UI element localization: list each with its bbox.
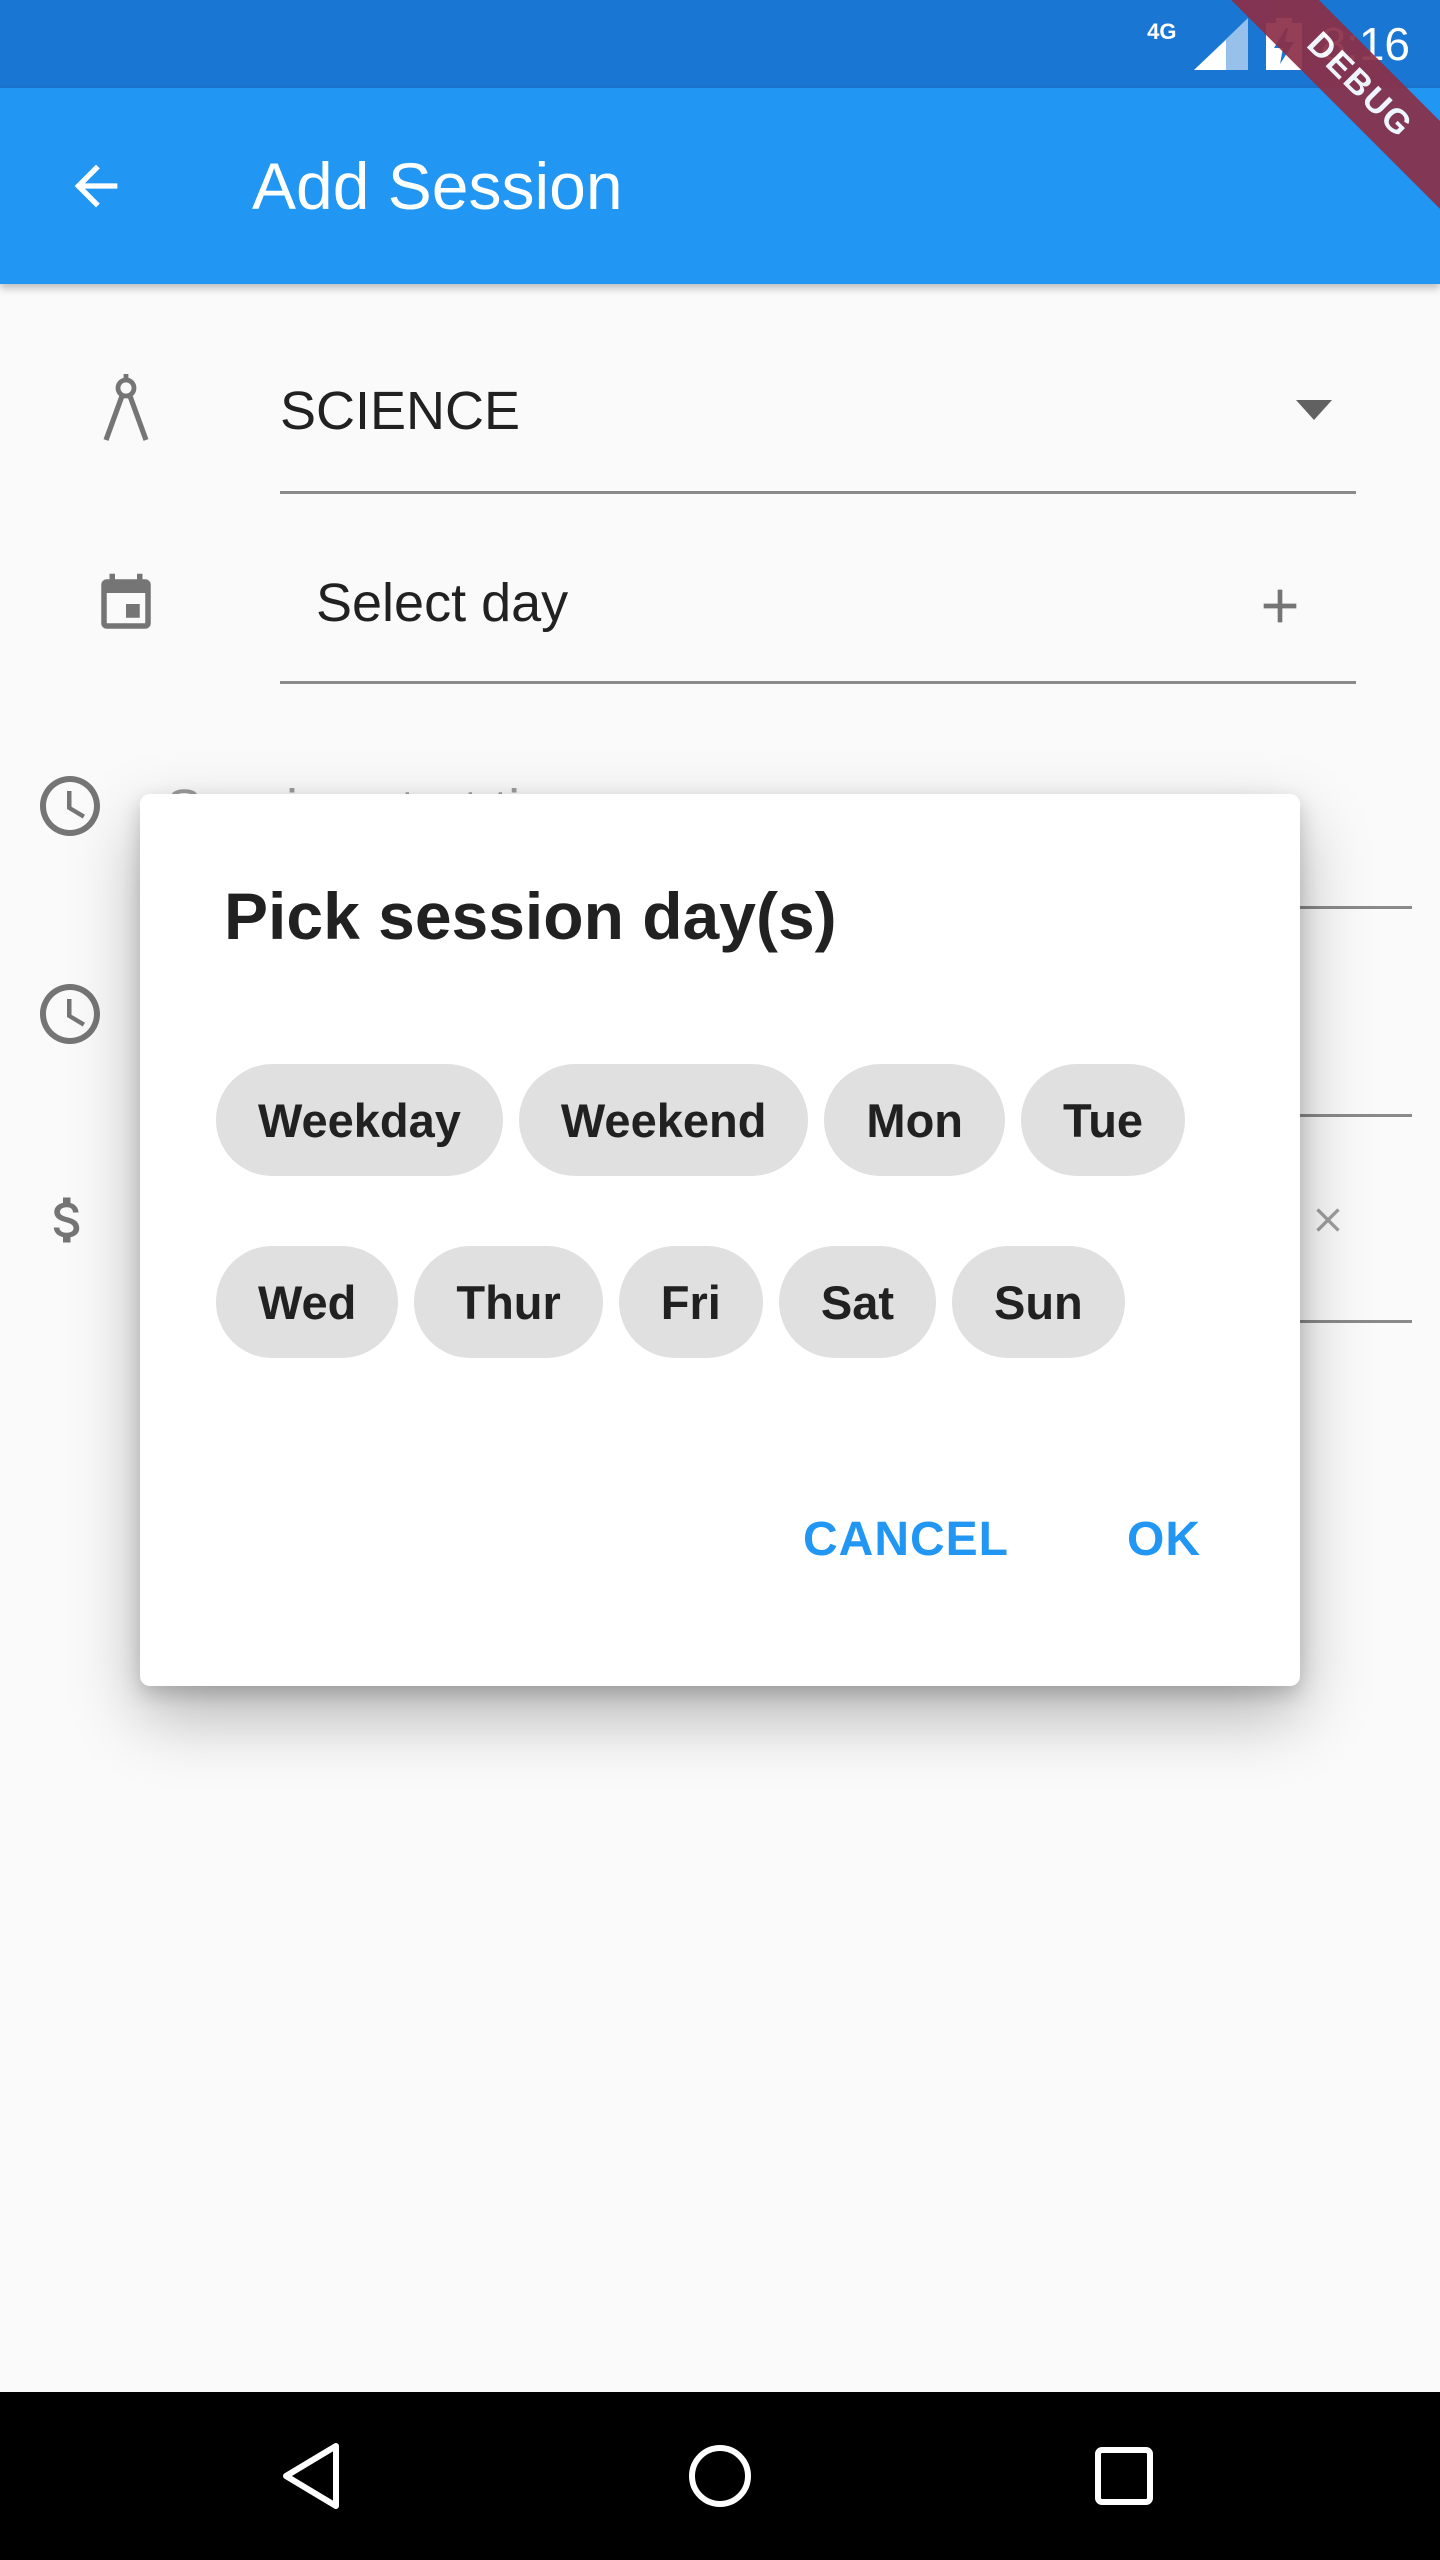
- back-button[interactable]: [60, 150, 132, 222]
- clear-icon[interactable]: [1308, 1200, 1348, 1240]
- fee-underline: [1300, 1320, 1412, 1323]
- dollar-icon: [32, 1184, 104, 1256]
- square-recents-icon: [1095, 2447, 1153, 2505]
- status-bar: 4G 8:16: [0, 0, 1440, 88]
- start-time-placeholder: Session start time: [166, 778, 526, 794]
- start-time-underline: [1300, 906, 1412, 909]
- start-time-placeholder-clip: Session start time: [166, 772, 526, 794]
- chip-tue[interactable]: Tue: [1021, 1064, 1186, 1176]
- triangle-back-icon: [283, 2443, 339, 2509]
- clock-icon: [34, 770, 106, 842]
- nav-home-button[interactable]: [678, 2434, 762, 2518]
- add-icon[interactable]: [1252, 578, 1308, 634]
- compass-icon: [90, 372, 162, 444]
- nav-back-button[interactable]: [272, 2434, 356, 2518]
- subject-dropdown[interactable]: SCIENCE: [280, 340, 1356, 494]
- ok-button[interactable]: OK: [1127, 1512, 1201, 1567]
- chip-wed[interactable]: Wed: [216, 1246, 399, 1358]
- dropdown-arrow-icon: [1296, 400, 1332, 420]
- chip-sat[interactable]: Sat: [778, 1246, 936, 1358]
- network-type: 4G: [1147, 19, 1177, 44]
- select-day-field[interactable]: Select day: [280, 530, 1356, 684]
- chips-row-1: Weekday Weekend Mon Tue: [216, 1064, 1186, 1176]
- arrow-back-icon: [74, 164, 118, 208]
- signal-icon: [1194, 18, 1249, 70]
- navigation-bar: [0, 2392, 1440, 2560]
- pick-days-dialog: Pick session day(s) Weekday Weekend Mon …: [140, 794, 1300, 1686]
- chip-weekend[interactable]: Weekend: [518, 1064, 809, 1176]
- clock-icon: [34, 978, 106, 1050]
- chip-thur[interactable]: Thur: [414, 1246, 603, 1358]
- subject-value: SCIENCE: [280, 381, 521, 441]
- nav-recents-button[interactable]: [1082, 2434, 1166, 2518]
- circle-home-icon: [689, 2445, 751, 2507]
- page-title: Add Session: [252, 149, 623, 223]
- app-bar: Add Session: [0, 88, 1440, 284]
- select-day-placeholder: Select day: [316, 573, 569, 633]
- dialog-title: Pick session day(s): [224, 879, 837, 953]
- chip-weekday[interactable]: Weekday: [216, 1064, 503, 1176]
- chip-sun[interactable]: Sun: [952, 1246, 1125, 1358]
- end-time-underline: [1300, 1114, 1412, 1117]
- cancel-button[interactable]: CANCEL: [803, 1512, 1009, 1567]
- calendar-icon: [90, 568, 162, 640]
- chip-fri[interactable]: Fri: [618, 1246, 763, 1358]
- chip-mon[interactable]: Mon: [824, 1064, 1005, 1176]
- chips-row-2: Wed Thur Fri Sat Sun: [216, 1246, 1125, 1358]
